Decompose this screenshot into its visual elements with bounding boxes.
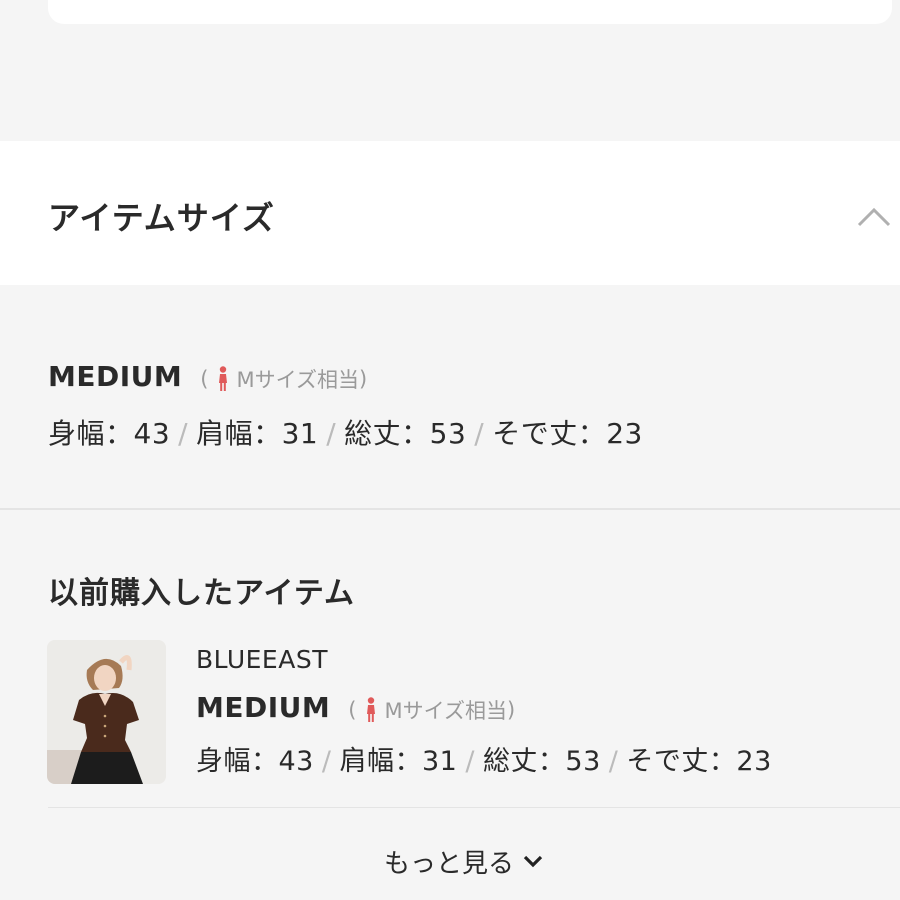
size-measurements: 身幅：43/肩幅：31/総丈：53/そで丈：23 — [196, 739, 876, 778]
size-measurements: 身幅：43/肩幅：31/総丈：53/そで丈：23 — [48, 412, 868, 452]
show-more-label: もっと見る — [384, 848, 515, 879]
current-size-block: MEDIUM ( Mサイズ相当 ) 身幅：43/肩幅：31/総丈：53/そで丈：… — [48, 360, 868, 452]
size-name-row: MEDIUM ( Mサイズ相当 ) — [196, 691, 876, 729]
measure-body-width: 身幅：43 — [196, 746, 314, 777]
item-size-header[interactable]: アイテムサイズ — [0, 141, 900, 285]
top-card — [48, 0, 892, 24]
separator: / — [178, 417, 189, 450]
size-equivalent-label: Mサイズ相当 — [384, 699, 507, 723]
previous-item-info[interactable]: BLUEEAST MEDIUM ( Mサイズ相当 ) 身幅：43/肩幅：31/総… — [196, 645, 876, 778]
measure-total-length: 総丈：53 — [482, 746, 601, 777]
separator: / — [608, 746, 619, 777]
previous-items-title: 以前購入したアイテム — [48, 576, 355, 611]
chevron-up-icon[interactable] — [856, 201, 892, 231]
measure-shoulder-width: 肩幅：31 — [339, 746, 458, 777]
measure-total-length: 総丈：53 — [344, 417, 467, 450]
measure-sleeve-length: そで丈：23 — [626, 746, 772, 777]
item-thumbnail[interactable] — [47, 640, 166, 784]
separator: / — [474, 417, 485, 450]
measure-body-width: 身幅：43 — [48, 417, 171, 450]
size-name-row: MEDIUM ( Mサイズ相当 ) — [48, 360, 868, 398]
item-photo — [47, 640, 166, 784]
female-person-icon — [219, 366, 228, 391]
divider — [48, 807, 900, 808]
section-title: アイテムサイズ — [48, 199, 275, 237]
divider — [0, 508, 900, 510]
separator: / — [465, 746, 475, 777]
size-name: MEDIUM — [48, 360, 183, 393]
size-name: MEDIUM — [196, 691, 331, 724]
separator: / — [326, 417, 337, 450]
measure-sleeve-length: そで丈：23 — [492, 417, 643, 450]
separator: / — [321, 746, 332, 777]
chevron-down-icon — [523, 855, 543, 868]
show-more-button[interactable]: もっと見る — [384, 843, 544, 879]
female-person-icon — [367, 697, 376, 722]
measure-shoulder-width: 肩幅：31 — [196, 417, 319, 450]
size-equivalent: ( Mサイズ相当 ) — [200, 364, 367, 394]
size-equivalent-label: Mサイズ相当 — [236, 368, 359, 392]
item-brand: BLUEEAST — [196, 645, 328, 674]
size-equivalent: ( Mサイズ相当 ) — [348, 695, 515, 725]
